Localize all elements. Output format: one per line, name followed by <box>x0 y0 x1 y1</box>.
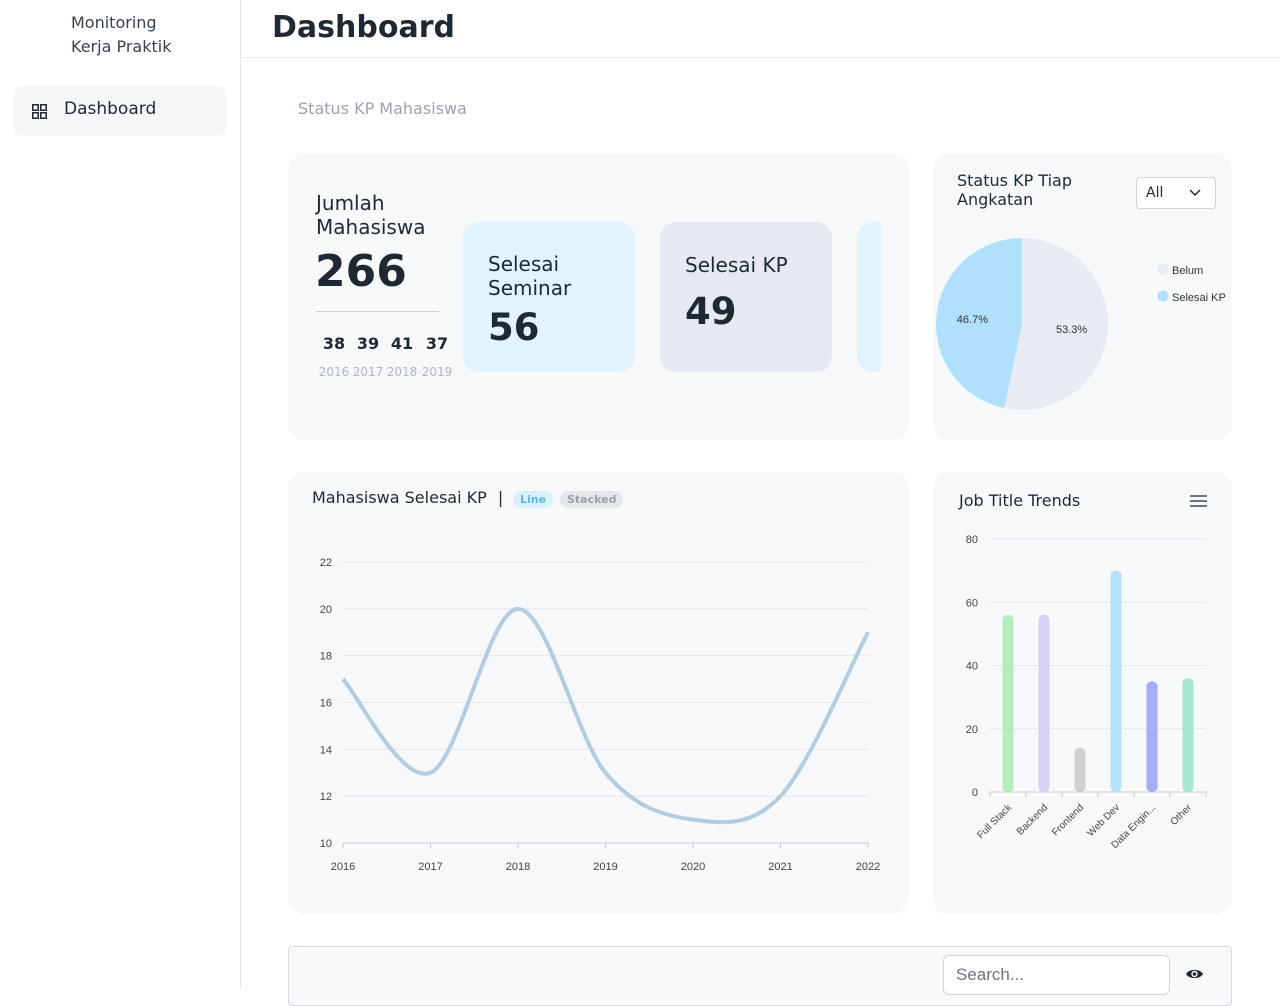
year-stat: 37 2019 <box>421 334 453 379</box>
bar <box>1110 570 1122 792</box>
year-stat: 38 2016 <box>318 334 350 379</box>
x-tick-label: 2017 <box>418 861 442 873</box>
divider <box>316 311 439 312</box>
year-label: 2016 <box>318 365 350 379</box>
data-point <box>605 772 606 774</box>
sidebar-item-label: Dashboard <box>64 99 157 119</box>
line-chart: 101214161820222016 2017 2018 2019 2020 2021 20… <box>320 557 880 873</box>
x-tick-label: 2021 <box>768 861 792 873</box>
tile-value: 56 <box>488 306 540 349</box>
app-title-line2: Kerja Praktik <box>71 37 172 56</box>
year-count: 37 <box>425 334 449 353</box>
data-point <box>867 631 869 633</box>
y-tick-label: 10 <box>320 838 332 850</box>
tile-label: Selesai Seminar <box>488 252 571 300</box>
year-count: 38 <box>322 334 346 353</box>
pie-value-label: 53.3% <box>1056 324 1087 336</box>
sidebar-item-dashboard[interactable]: Dashboard <box>14 86 226 136</box>
y-tick-label: 80 <box>966 534 978 546</box>
y-tick-label: 40 <box>966 661 978 673</box>
year-label: 2019 <box>421 365 453 379</box>
tiles-strip[interactable]: Selesai Seminar 56 Selesai KP 49 <box>463 222 881 372</box>
year-stat: 41 2018 <box>386 334 418 379</box>
bar <box>1038 614 1050 792</box>
y-tick-label: 20 <box>966 724 978 736</box>
x-tick-label: Backend <box>1015 802 1050 837</box>
total-value: 266 <box>315 246 407 297</box>
tile-label-line2: Seminar <box>488 276 572 300</box>
y-tick-label: 16 <box>320 698 332 710</box>
tile-value: 49 <box>685 290 737 333</box>
app-title: Monitoring Kerja Praktik <box>71 11 171 59</box>
status-pie-chart: 53.3% 46.7% Belum Selesai KP <box>936 238 1226 410</box>
total-label: Jumlah Mahasiswa <box>316 191 425 239</box>
total-label-line2: Mahasiswa <box>316 215 426 239</box>
job-title-bar-chart: 0 20 40 60 80 Full Stack Backend Frontend Web De… <box>966 534 1207 851</box>
x-tick-label: Frontend <box>1050 802 1086 838</box>
year-label: 2018 <box>386 365 418 379</box>
year-count: 39 <box>356 334 380 353</box>
y-tick-label: 18 <box>320 651 332 663</box>
year-label: 2017 <box>352 365 384 379</box>
section-title: Status KP Mahasiswa <box>298 99 467 118</box>
year-stat: 39 2017 <box>352 334 384 379</box>
x-tick-label: 2022 <box>856 861 880 873</box>
eye-icon[interactable] <box>1185 967 1204 981</box>
bar <box>1146 681 1158 792</box>
tile-selesai-seminar: Selesai Seminar 56 <box>463 222 635 372</box>
header: Dashboard <box>242 0 1280 58</box>
y-tick-label: 12 <box>320 791 332 803</box>
bar <box>1182 678 1194 792</box>
sidebar: Monitoring Kerja Praktik Dashboard <box>0 0 241 989</box>
x-tick-label: Full Stack <box>975 802 1015 842</box>
x-tick-label: Web Dev <box>1085 802 1122 839</box>
tile-label: Selesai KP <box>685 253 788 277</box>
y-tick-label: 0 <box>972 787 978 799</box>
x-tick-label: 2018 <box>506 861 530 873</box>
x-tick-label: 2016 <box>331 861 355 873</box>
legend-swatch <box>1157 290 1169 302</box>
legend-label: Selesai KP <box>1172 292 1226 304</box>
data-point <box>342 678 344 680</box>
legend-label: Belum <box>1172 265 1203 277</box>
page-title: Dashboard <box>272 10 455 45</box>
y-tick-label: 60 <box>966 597 978 609</box>
grid-icon <box>32 104 47 119</box>
tile-partial <box>857 222 881 372</box>
y-tick-label: 20 <box>320 604 332 616</box>
bar <box>1074 747 1086 792</box>
y-tick-label: 22 <box>320 557 332 569</box>
y-tick-label: 14 <box>320 744 332 756</box>
legend-swatch <box>1157 263 1169 275</box>
search-input[interactable] <box>943 955 1170 995</box>
data-point <box>692 819 694 821</box>
summary-card: Jumlah Mahasiswa 266 38 2016 39 2017 41 … <box>288 154 909 440</box>
series-line <box>341 606 870 825</box>
data-point <box>517 608 519 610</box>
bar <box>1002 614 1014 792</box>
x-tick-label: 2019 <box>593 861 617 873</box>
data-point <box>780 795 781 797</box>
year-count: 41 <box>390 334 414 353</box>
total-label-line1: Jumlah <box>316 191 385 215</box>
tile-selesai-kp: Selesai KP 49 <box>660 222 832 372</box>
app-title-line1: Monitoring <box>71 13 157 32</box>
x-tick-label: 2020 <box>681 861 705 873</box>
x-tick-label: Other <box>1169 802 1195 828</box>
tile-label-line1: Selesai <box>488 252 560 276</box>
data-point <box>430 772 431 774</box>
pie-value-label: 46.7% <box>957 314 988 326</box>
